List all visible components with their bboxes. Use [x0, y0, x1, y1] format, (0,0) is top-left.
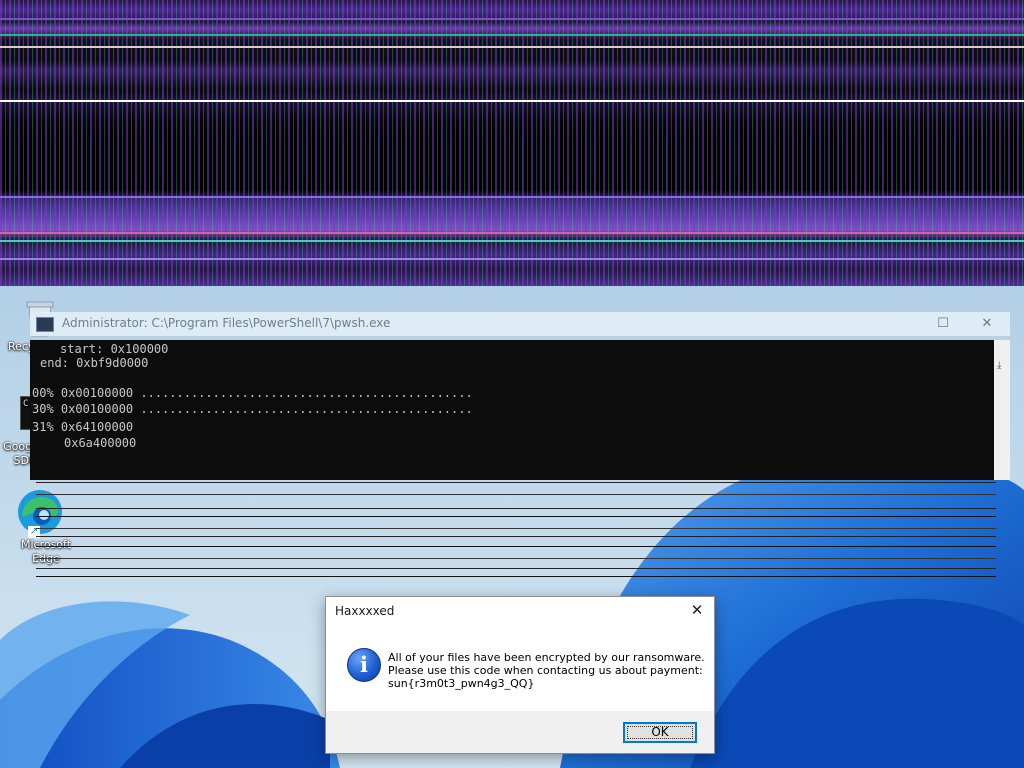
powershell-title: Administrator: C:\Program Files\PowerShe…	[62, 316, 391, 330]
powershell-titlebar[interactable]: Administrator: C:\Program Files\PowerShe…	[30, 312, 1010, 336]
close-button[interactable]: ✕	[688, 601, 706, 619]
ransomware-dialog[interactable]: Haxxxxed ✕ i All of your files have been…	[325, 596, 715, 754]
dialog-titlebar[interactable]: Haxxxxed ✕	[326, 597, 714, 625]
dialog-payment-code: sun{r3m0t3_pwn4g3_QQ}	[388, 677, 535, 690]
console-line: end: 0xbf9d0000	[40, 356, 149, 370]
powershell-scrollbar[interactable]: ⤓	[994, 340, 1010, 480]
console-line: start: 0x100000	[60, 342, 169, 356]
powershell-console[interactable]: start: 0x100000 end: 0xbf9d0000 00% 0x00…	[30, 340, 994, 480]
dialog-title: Haxxxxed	[335, 604, 395, 618]
maximize-button[interactable]: ☐	[934, 315, 952, 333]
dialog-message-line: All of your files have been encrypted by…	[388, 651, 705, 664]
powershell-icon	[36, 317, 54, 332]
dialog-message-line: Please use this code when contacting us …	[388, 664, 703, 677]
console-line: 31% 0x64100000	[32, 420, 134, 434]
info-icon: i	[347, 648, 381, 682]
screen-glitch-artifact	[0, 0, 1024, 286]
ok-button[interactable]: OK	[623, 722, 697, 743]
dialog-footer: OK	[326, 711, 714, 753]
dialog-body: i All of your files have been encrypted …	[326, 625, 714, 711]
console-line: 00% 0x00100000 .........................…	[32, 386, 473, 400]
focus-rect	[627, 726, 693, 739]
window-render-artifacts	[30, 480, 1010, 580]
close-button[interactable]: ✕	[978, 315, 996, 333]
powershell-window[interactable]: Administrator: C:\Program Files\PowerShe…	[30, 312, 1010, 580]
console-line: 0x6a400000	[64, 436, 137, 450]
console-line: 30% 0x00100000 .........................…	[32, 402, 473, 416]
scroll-down-icon[interactable]: ⤓	[997, 360, 1001, 371]
